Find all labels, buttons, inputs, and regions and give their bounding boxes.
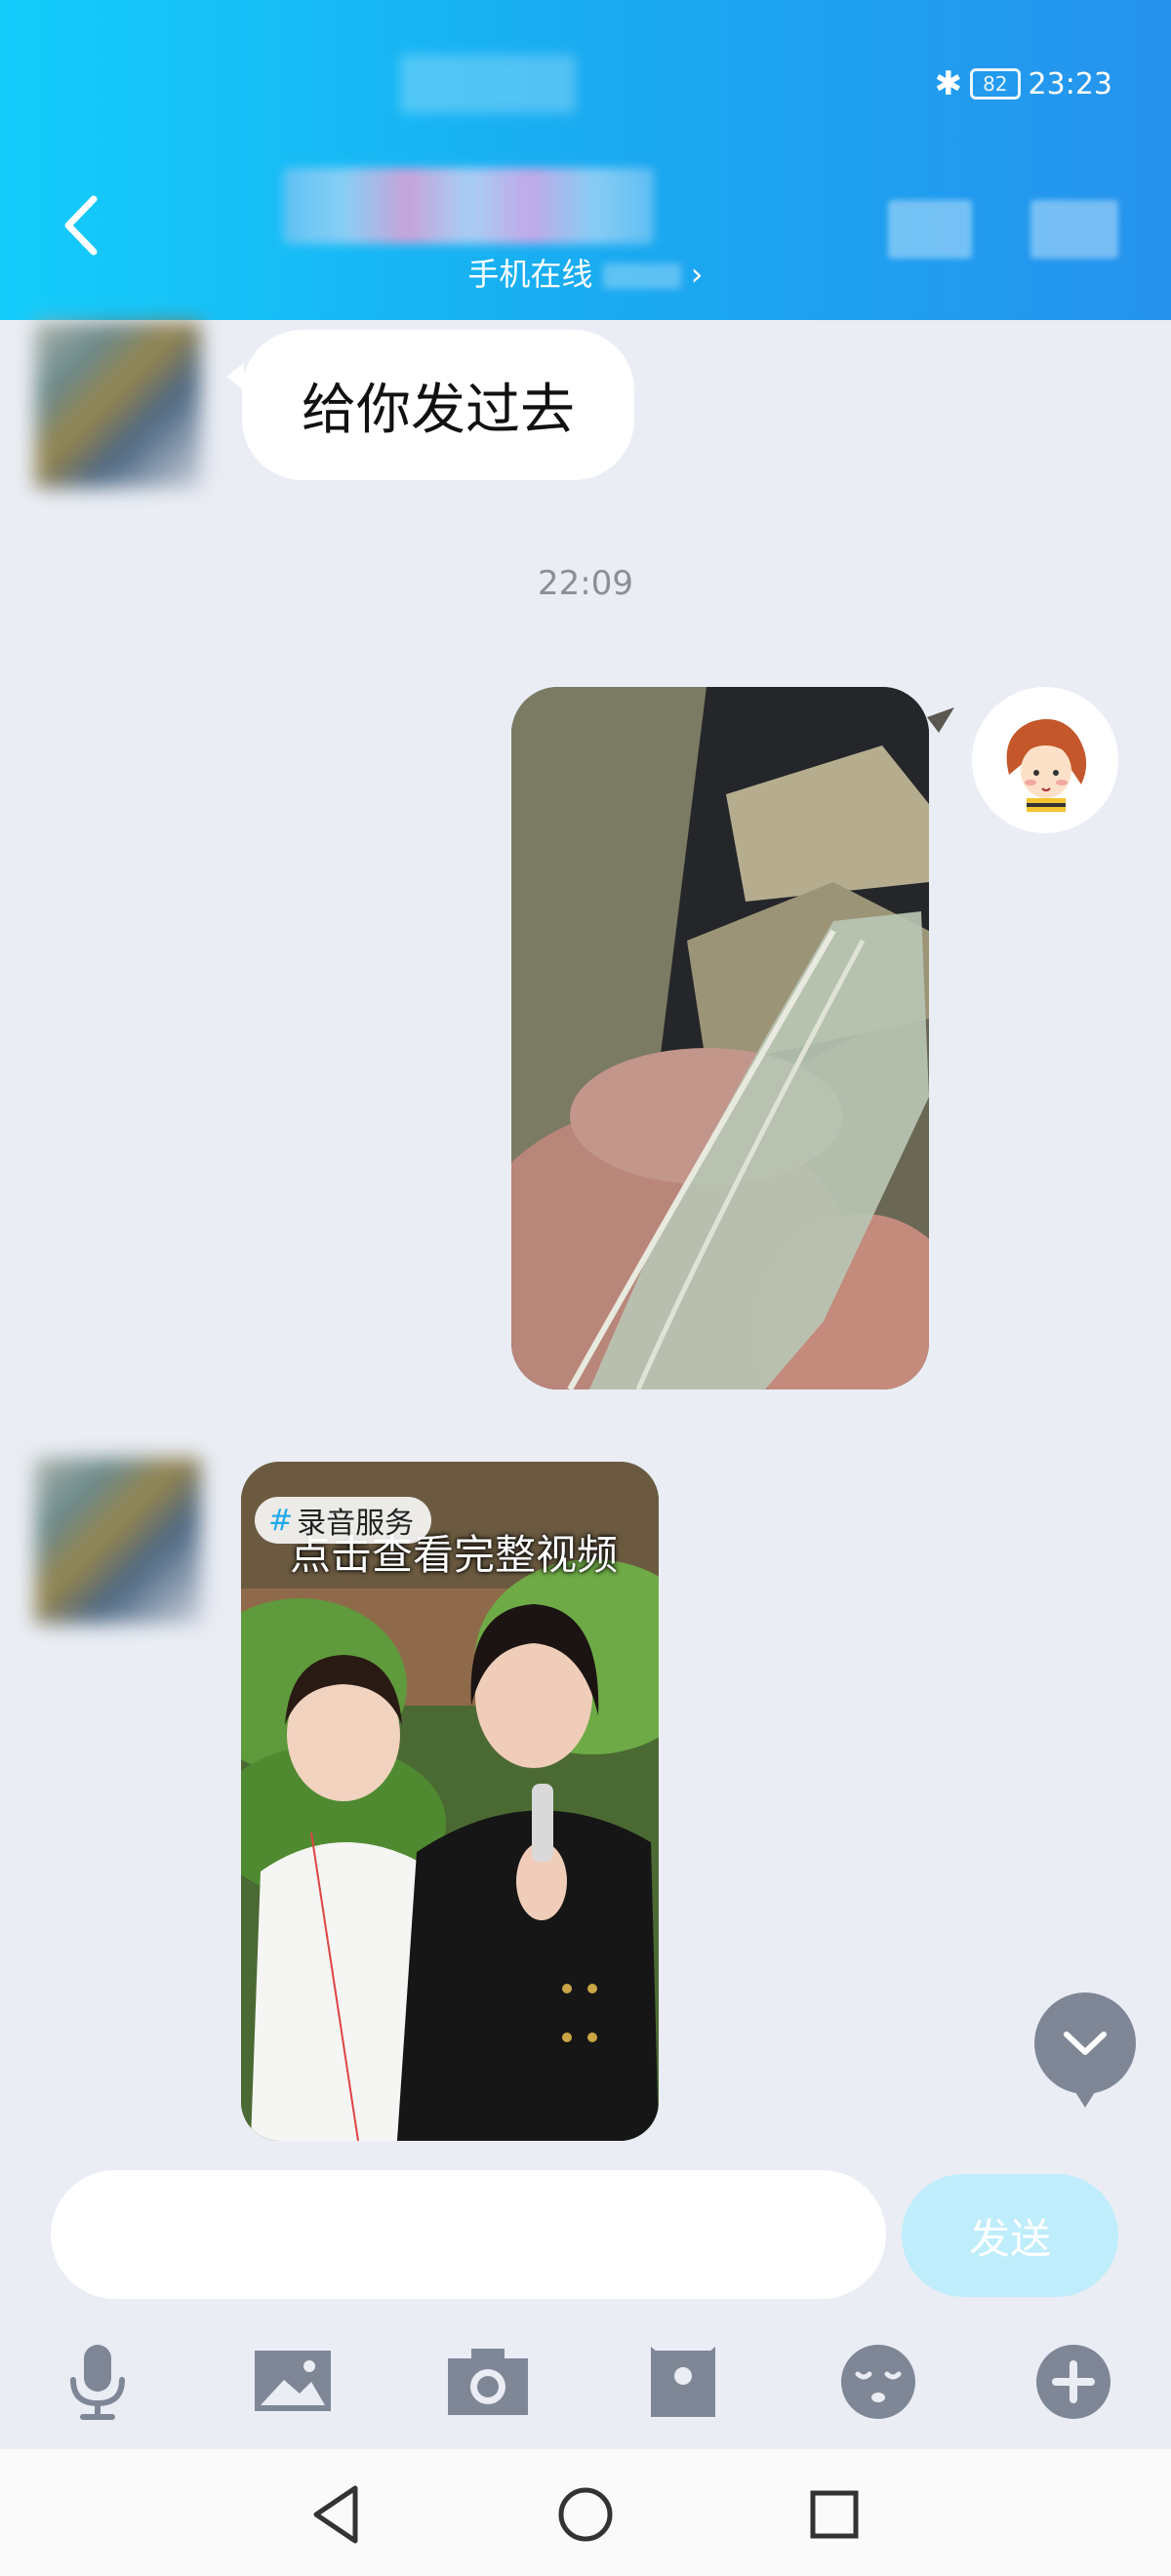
call-icon[interactable] [888, 200, 972, 259]
message-text: 给你发过去 [302, 378, 575, 442]
chevron-right-icon: › [690, 256, 704, 293]
video-tag-label: 录音服务 [297, 1507, 415, 1541]
message-bubble-incoming[interactable]: 给你发过去 [226, 330, 634, 480]
photo-button[interactable] [244, 2332, 342, 2430]
status-bar: ✱ 82 23:23 [935, 64, 1112, 103]
video-tag[interactable]: # 录音服务 [255, 1497, 432, 1544]
red-packet-icon [651, 2347, 715, 2417]
contact-name-blurred[interactable] [283, 168, 654, 244]
voice-button[interactable] [49, 2332, 146, 2430]
nav-back-button[interactable] [303, 2480, 371, 2549]
emoji-button[interactable] [829, 2332, 927, 2430]
nav-home-button[interactable] [551, 2480, 620, 2549]
online-status[interactable]: 手机在线 › [0, 250, 1171, 295]
signal-icons-blurred [400, 55, 576, 113]
menu-icon[interactable] [1030, 200, 1118, 259]
battery-icon: 82 [970, 68, 1021, 100]
my-avatar[interactable] [972, 687, 1118, 833]
contact-avatar[interactable] [35, 322, 201, 488]
plus-icon [1036, 2345, 1110, 2419]
send-button[interactable]: 发送 [902, 2174, 1118, 2297]
photo-thumbnail [511, 687, 929, 1389]
contact-avatar[interactable] [35, 1458, 201, 1624]
chat-toolbar [0, 2332, 1171, 2439]
message-timestamp: 22:09 [538, 564, 633, 603]
image-message-outgoing[interactable] [511, 687, 929, 1389]
camera-icon [448, 2349, 528, 2415]
bubble-tail [927, 707, 954, 733]
emoji-icon [841, 2345, 915, 2419]
chevron-down-icon [1064, 2032, 1107, 2055]
image-icon [255, 2351, 331, 2411]
microphone-icon [70, 2345, 125, 2420]
triangle-back-icon [313, 2485, 358, 2544]
red-packet-button[interactable] [634, 2332, 732, 2430]
circle-home-icon [558, 2487, 613, 2542]
camera-button[interactable] [439, 2332, 537, 2430]
bluetooth-icon: ✱ [934, 64, 963, 103]
online-status-label: 手机在线 [467, 256, 593, 293]
online-detail-blurred [602, 263, 681, 289]
square-recents-icon [810, 2490, 859, 2539]
message-input[interactable] [51, 2170, 886, 2299]
system-navigation-bar [0, 2449, 1171, 2576]
more-button[interactable] [1025, 2332, 1122, 2430]
nav-recents-button[interactable] [800, 2480, 868, 2549]
clock: 23:23 [1028, 66, 1112, 101]
hash-icon: # [268, 1503, 294, 1538]
cartoon-girl-avatar-icon [1006, 719, 1087, 812]
scroll-to-bottom-button[interactable] [1034, 1992, 1136, 2108]
video-message-incoming[interactable]: # 录音服务 点击查看完整视频 [241, 1462, 659, 2141]
chat-header: ✱ 82 23:23 手机在线 › [0, 0, 1171, 320]
